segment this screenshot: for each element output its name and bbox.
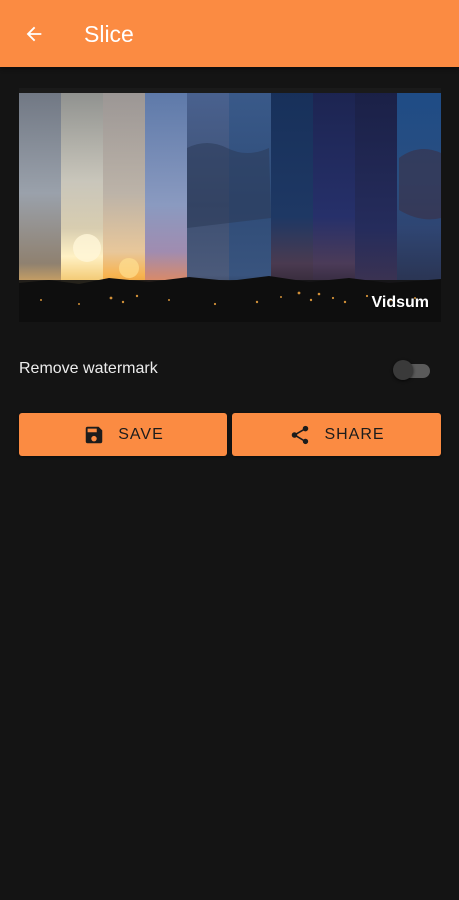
sunset-slices-image [19, 88, 441, 322]
remove-watermark-switch[interactable] [393, 360, 430, 380]
save-button[interactable]: SAVE [19, 413, 227, 456]
save-button-label: SAVE [118, 425, 164, 443]
app-bar: Slice [0, 0, 459, 67]
share-button-label: SHARE [324, 425, 385, 443]
watermark-text: Vidsum [371, 294, 430, 311]
remove-watermark-row: Remove watermark [19, 352, 441, 388]
share-icon [288, 423, 312, 447]
slice-preview-image: Vidsum [19, 88, 441, 322]
page-title: Slice [84, 21, 134, 47]
arrow-left-icon [26, 26, 42, 42]
floppy-disk-icon [82, 423, 106, 447]
back-button[interactable] [14, 14, 54, 54]
share-button[interactable]: SHARE [232, 413, 441, 456]
remove-watermark-label: Remove watermark [19, 360, 158, 377]
switch-thumb [393, 360, 413, 380]
